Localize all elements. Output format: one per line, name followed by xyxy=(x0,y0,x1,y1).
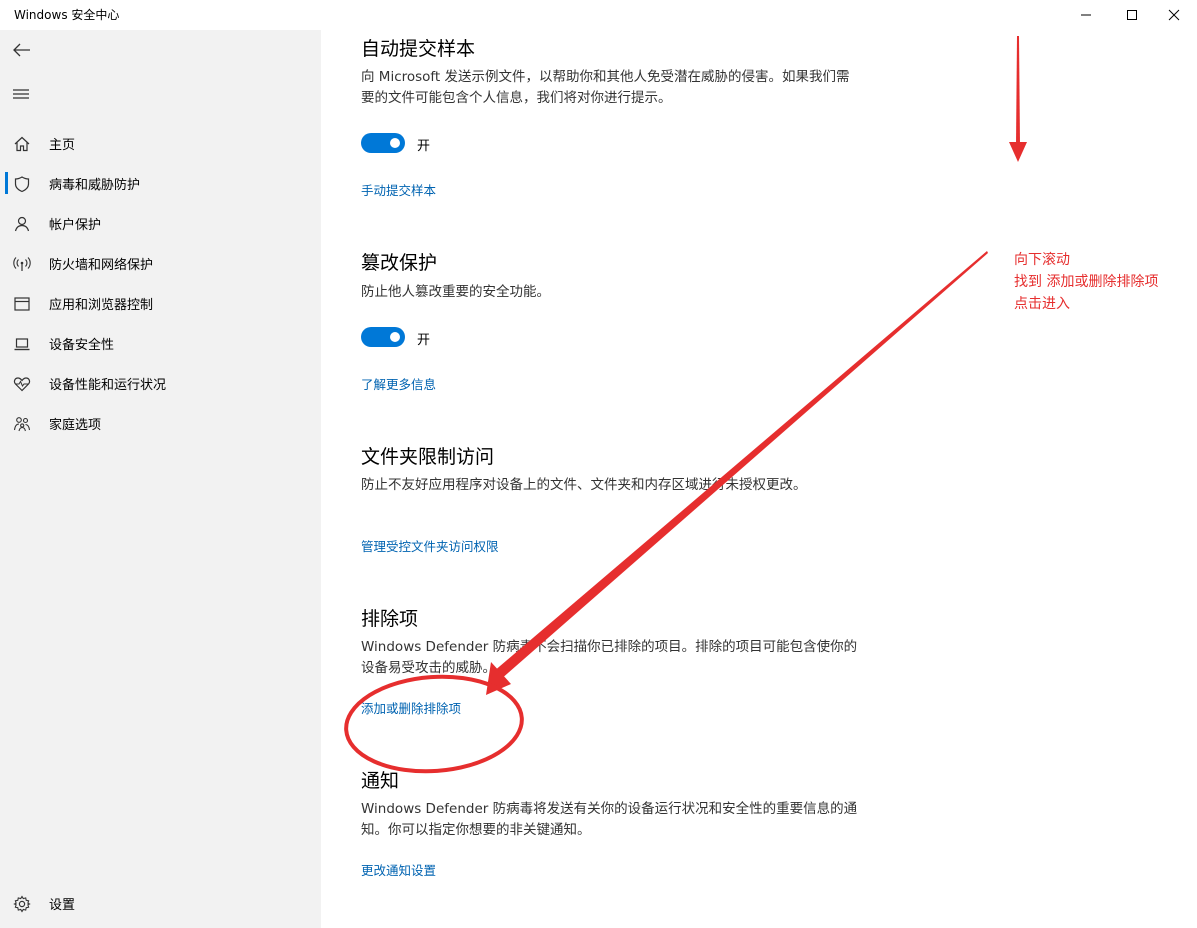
shield-icon xyxy=(14,176,30,193)
wifi-signal-icon xyxy=(13,257,31,271)
active-indicator xyxy=(5,172,8,194)
add-remove-exclusions-link[interactable]: 添加或删除排除项 xyxy=(361,698,461,717)
annotation-line-2: 找到 添加或删除排除项 xyxy=(1014,274,1159,290)
section-title-tamper: 篡改保护 xyxy=(361,252,438,274)
family-icon xyxy=(13,417,31,432)
sidebar-item-virus-protection[interactable]: 病毒和威胁防护 xyxy=(0,163,321,203)
sidebar-item-app-browser[interactable]: 应用和浏览器控制 xyxy=(0,283,321,323)
gear-icon xyxy=(13,895,31,913)
heart-pulse-icon xyxy=(13,377,31,392)
back-button[interactable] xyxy=(10,38,34,62)
close-icon xyxy=(1168,9,1180,21)
sidebar-item-settings[interactable]: 设置 xyxy=(0,883,321,923)
highlight-circle xyxy=(344,674,524,774)
change-notification-settings-link[interactable]: 更改通知设置 xyxy=(361,860,436,879)
sidebar-item-label: 设备安全性 xyxy=(49,338,115,353)
section-desc-tamper: 防止他人篡改重要的安全功能。 xyxy=(361,284,550,300)
close-button[interactable] xyxy=(1151,0,1197,30)
sidebar-item-label: 病毒和威胁防护 xyxy=(49,178,141,193)
section-title-folder: 文件夹限制访问 xyxy=(361,446,495,468)
sample-toggle[interactable] xyxy=(361,133,405,153)
sidebar-item-label: 家庭选项 xyxy=(49,418,102,433)
section-desc-notifications: Windows Defender 防病毒将发送有关你的设备运行状况和安全性的重要… xyxy=(361,801,858,838)
sidebar-item-label: 设置 xyxy=(49,898,76,913)
section-title-notifications: 通知 xyxy=(361,770,400,792)
annotation-line-3: 点击进入 xyxy=(1014,296,1070,312)
manual-submit-link[interactable]: 手动提交样本 xyxy=(361,180,436,199)
tamper-toggle[interactable] xyxy=(361,327,405,347)
section-title-sample: 自动提交样本 xyxy=(361,38,476,60)
pointer-arrow xyxy=(486,251,988,695)
sample-toggle-label: 开 xyxy=(417,139,431,154)
learn-more-link[interactable]: 了解更多信息 xyxy=(361,374,436,393)
app-window-icon xyxy=(14,297,30,311)
toggle-knob xyxy=(390,138,400,148)
sidebar-item-device-security[interactable]: 设备安全性 xyxy=(0,323,321,363)
title-bar: Windows 安全中心 xyxy=(0,0,1197,30)
home-icon xyxy=(14,136,30,152)
sidebar-item-home[interactable]: 主页 xyxy=(0,123,321,163)
window-title: Windows 安全中心 xyxy=(14,8,120,22)
sidebar-item-label: 主页 xyxy=(49,138,76,153)
sidebar-item-device-performance[interactable]: 设备性能和运行状况 xyxy=(0,363,321,403)
section-desc-sample: 向 Microsoft 发送示例文件，以帮助你和其他人免受潜在威胁的侵害。如果我… xyxy=(361,69,850,106)
back-arrow-icon xyxy=(13,43,30,57)
sidebar-item-family[interactable]: 家庭选项 xyxy=(0,403,321,443)
maximize-button[interactable] xyxy=(1109,0,1155,30)
minimize-button[interactable] xyxy=(1063,0,1109,30)
sidebar-item-label: 防火墙和网络保护 xyxy=(49,258,154,273)
manage-folder-access-link[interactable]: 管理受控文件夹访问权限 xyxy=(361,536,499,555)
tamper-toggle-label: 开 xyxy=(417,333,431,348)
section-desc-folder: 防止不友好应用程序对设备上的文件、文件夹和内存区域进行未授权更改。 xyxy=(361,477,807,493)
sidebar-item-firewall[interactable]: 防火墙和网络保护 xyxy=(0,243,321,283)
section-desc-exclusions: Windows Defender 防病毒不会扫描你已排除的项目。排除的项目可能包… xyxy=(361,639,858,676)
sidebar: 主页 病毒和威胁防护 帐户保护 防火墙和网络保护 应用和浏览器控制 设备安全性 … xyxy=(0,30,321,928)
laptop-icon xyxy=(14,338,30,351)
toggle-knob xyxy=(390,332,400,342)
sidebar-item-label: 设备性能和运行状况 xyxy=(49,378,167,393)
section-title-exclusions: 排除项 xyxy=(361,608,419,630)
sidebar-item-account-protection[interactable]: 帐户保护 xyxy=(0,203,321,243)
person-icon xyxy=(14,216,30,232)
annotation-line-1: 向下滚动 xyxy=(1014,252,1070,268)
minimize-icon xyxy=(1081,14,1091,16)
sidebar-item-label: 帐户保护 xyxy=(49,218,102,233)
sidebar-item-label: 应用和浏览器控制 xyxy=(49,298,154,313)
annotation-note: 向下滚动 找到 添加或删除排除项 点击进入 xyxy=(1014,249,1158,315)
menu-button[interactable] xyxy=(10,82,34,106)
hamburger-icon xyxy=(13,89,29,99)
maximize-icon xyxy=(1127,10,1137,20)
scroll-down-arrow xyxy=(1009,36,1027,162)
